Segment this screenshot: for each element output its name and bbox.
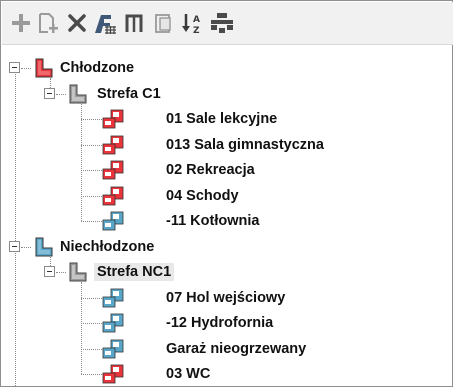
- tree-guide-line: [81, 282, 82, 374]
- split-icon: [125, 14, 143, 32]
- split-button[interactable]: [122, 9, 148, 37]
- room-label[interactable]: 02 Rekreacja: [163, 161, 258, 179]
- room-label[interactable]: 04 Schody: [163, 187, 242, 205]
- tree-guide-line: [81, 374, 102, 375]
- collapse-toggle[interactable]: [44, 87, 55, 99]
- tree-guide-line: [81, 103, 82, 221]
- zone-grid-icon: [95, 15, 116, 34]
- tree-guide-line: [15, 252, 16, 386]
- room-label[interactable]: 03 WC: [163, 365, 213, 383]
- zone-label[interactable]: Strefa C1: [94, 85, 164, 103]
- tree-guide-line: [81, 297, 102, 299]
- collapse-toggle[interactable]: [44, 266, 55, 277]
- delete-icon: [68, 14, 86, 32]
- zone-label[interactable]: Strefa NC1: [94, 263, 175, 281]
- tree-guide-line: [81, 348, 102, 350]
- hierarchy-icon: [211, 13, 233, 33]
- tree-guide-line: [50, 78, 51, 88]
- toolbar: A Z: [2, 2, 453, 45]
- group-label[interactable]: Niechłodzone: [57, 238, 157, 256]
- zone-tree[interactable]: Chłodzone Strefa C1 01 Sale lekcyjne 013 Sa…: [2, 46, 452, 386]
- collapse-toggle[interactable]: [9, 62, 20, 73]
- room-label[interactable]: Garaż nieogrzewany: [163, 340, 309, 358]
- room-cooled-icon: [102, 160, 124, 180]
- room-label[interactable]: -11 Kotłownia: [163, 212, 262, 230]
- copy-icon: [155, 14, 171, 33]
- group-cooled-icon: [35, 58, 53, 78]
- tree-guide-line: [81, 195, 102, 197]
- tree-guide-line: [81, 221, 102, 222]
- tree-guide-line: [56, 93, 66, 95]
- room-label[interactable]: 01 Sale lekcyjne: [163, 110, 280, 128]
- room-cooled-icon: [102, 186, 124, 205]
- tree-guide-line: [81, 119, 102, 120]
- zone-icon: [69, 262, 87, 282]
- tree-guide-line: [15, 74, 16, 241]
- tree-guide-line: [81, 144, 102, 146]
- tree-guide-line: [21, 246, 31, 248]
- add-button[interactable]: [8, 9, 34, 37]
- group-uncooled-icon: [35, 237, 53, 256]
- room-label[interactable]: -12 Hydrofornia: [163, 314, 276, 332]
- tree-guide-line: [81, 170, 102, 171]
- svg-text:A: A: [193, 15, 200, 25]
- sort-button[interactable]: A Z: [180, 9, 206, 37]
- room-cooled-icon: [102, 364, 124, 384]
- tree-guide-line: [50, 256, 51, 266]
- new-document-button[interactable]: [35, 9, 61, 37]
- room-cooled-icon: [102, 109, 124, 129]
- room-uncooled-icon: [102, 339, 124, 358]
- zone-icon: [69, 84, 87, 103]
- copy-button[interactable]: [151, 9, 177, 37]
- room-cooled-icon: [102, 135, 124, 154]
- zone-grid-button[interactable]: [92, 9, 118, 37]
- hierarchy-button[interactable]: [209, 9, 235, 37]
- svg-text:Z: Z: [193, 26, 200, 35]
- delete-button[interactable]: [64, 9, 90, 37]
- room-uncooled-icon: [102, 288, 124, 307]
- tree-guide-line: [81, 323, 102, 324]
- add-icon: [12, 14, 30, 32]
- tree-guide-line: [21, 68, 31, 69]
- room-uncooled-icon: [102, 313, 124, 333]
- sort-icon: A Z: [182, 14, 200, 35]
- room-label[interactable]: 013 Sala gimnastyczna: [163, 136, 327, 154]
- tree-panel: A Z Chłodzone Strefa C1 01 Sale lekcyjne 01…: [0, 0, 453, 387]
- group-label[interactable]: Chłodzone: [57, 59, 137, 77]
- room-label[interactable]: 07 Hol wejściowy: [163, 289, 288, 307]
- room-uncooled-icon: [102, 211, 124, 231]
- new-document-icon: [39, 13, 58, 33]
- collapse-toggle[interactable]: [9, 240, 20, 252]
- tree-guide-line: [56, 272, 66, 273]
